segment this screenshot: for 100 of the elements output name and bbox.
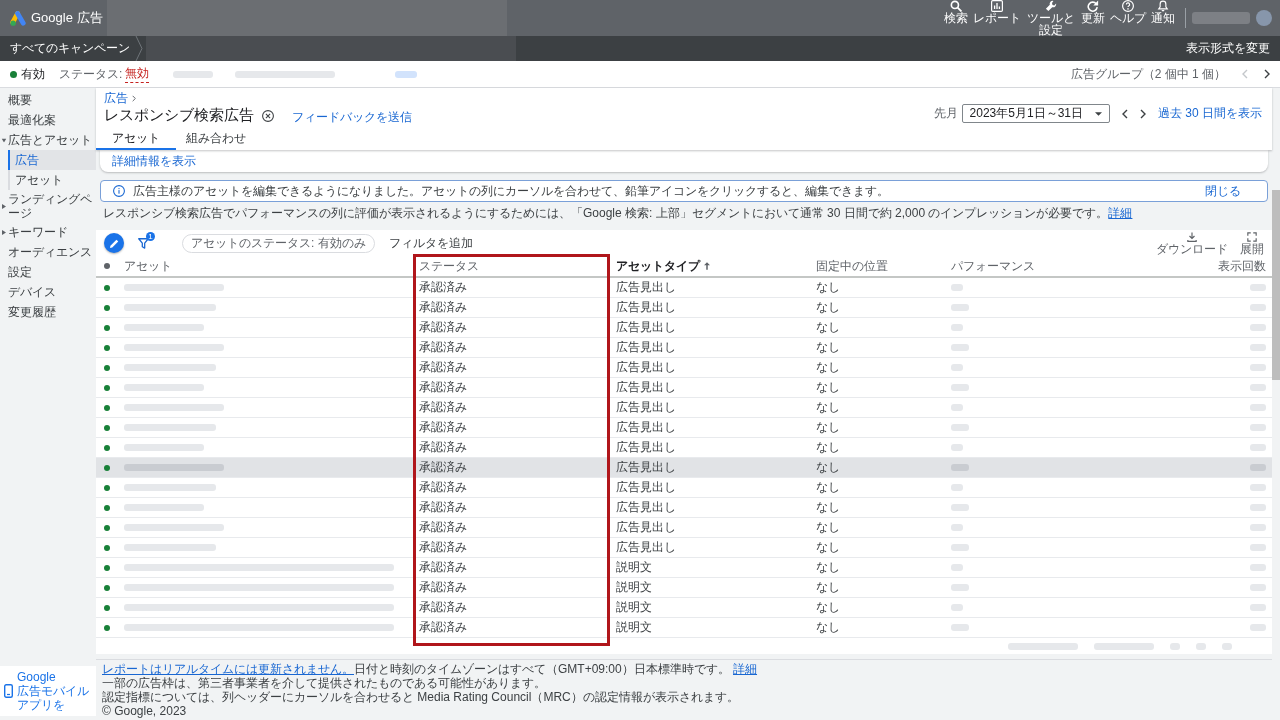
close-link[interactable]: 閉じる bbox=[1205, 182, 1241, 200]
status-dot-icon bbox=[104, 604, 110, 611]
status-cell-text: 承認済み bbox=[418, 519, 468, 536]
asset-type-cell-text: 広告見出し bbox=[615, 439, 677, 456]
sidebar-item[interactable]: 設定 bbox=[0, 262, 96, 282]
asset-type-cell-text: 説明文 bbox=[615, 619, 653, 636]
redacted-block bbox=[951, 544, 969, 551]
date-preset-label: 先月 bbox=[933, 105, 958, 122]
sidebar-item[interactable]: 概要 bbox=[0, 90, 96, 110]
redacted-block bbox=[951, 424, 969, 431]
pinned-position-cell-text: なし bbox=[815, 279, 841, 296]
column-header[interactable]: ステータス bbox=[413, 256, 610, 276]
pinned-position-cell-text: なし bbox=[815, 299, 841, 316]
sidebar-item[interactable]: 変更履歴 bbox=[0, 302, 96, 322]
column-header[interactable]: アセットタイプ bbox=[610, 256, 810, 276]
show-details-link[interactable]: 詳細情報を表示 bbox=[112, 152, 196, 170]
asset-type-cell-text: 説明文 bbox=[615, 559, 653, 576]
status-dot-icon bbox=[104, 344, 110, 351]
status-dot-icon bbox=[104, 364, 110, 371]
pinned-position-cell-text: なし bbox=[815, 399, 841, 416]
tools-settings-button[interactable]: ツールと設定 bbox=[1026, 0, 1076, 36]
ads-breadcrumb-link[interactable]: 広告 bbox=[104, 91, 128, 105]
date-range-dropdown[interactable]: 2023年5月1日～31日 bbox=[961, 104, 1110, 123]
status-cell-text: 承認済み bbox=[418, 439, 468, 456]
ad-group-counter: 広告グループ（2 個中 1 個） bbox=[1070, 65, 1226, 83]
add-filter-button[interactable]: フィルタを追加 bbox=[388, 234, 473, 252]
realtime-notice-link[interactable]: レポートはリアルタイムには更新されません。 bbox=[102, 662, 354, 676]
status-cell-text: 承認済み bbox=[418, 619, 468, 636]
status-dot-icon bbox=[104, 304, 110, 311]
bell-icon bbox=[1157, 0, 1169, 12]
status-dot-icon bbox=[104, 444, 110, 451]
redacted-block bbox=[951, 524, 963, 531]
mobile-app-promo[interactable]: Google 広告モバイルアプリを bbox=[0, 666, 96, 716]
chevron-right-icon[interactable] bbox=[1140, 108, 1146, 119]
status-cell-text: 承認済み bbox=[418, 339, 468, 356]
sidebar-item[interactable]: オーディエンス bbox=[0, 242, 96, 262]
sidebar-group-item[interactable]: キーワード bbox=[0, 222, 96, 242]
redacted-block bbox=[1250, 624, 1266, 631]
timezone-details-link[interactable]: 詳細 bbox=[733, 662, 758, 676]
redacted-block bbox=[1250, 584, 1266, 591]
change-view-button[interactable]: 表示形式を変更 bbox=[1186, 40, 1270, 57]
expand-button[interactable]: 展開 bbox=[1240, 231, 1264, 255]
status-dot-icon bbox=[104, 504, 110, 511]
download-icon bbox=[1187, 231, 1197, 242]
sidebar-item[interactable]: デバイス bbox=[0, 282, 96, 302]
filter-button[interactable]: 1 bbox=[134, 234, 152, 252]
help-icon bbox=[1122, 0, 1134, 12]
status-cell-text: 承認済み bbox=[418, 599, 468, 616]
status-cell-text: 承認済み bbox=[418, 319, 468, 336]
redacted-block bbox=[1250, 344, 1266, 351]
redacted-block bbox=[1222, 642, 1232, 650]
chevron-left-icon[interactable] bbox=[1122, 108, 1128, 119]
status-dot-icon bbox=[104, 404, 110, 411]
feedback-link[interactable]: フィードバックを送信 bbox=[292, 109, 412, 126]
redacted-block bbox=[951, 444, 963, 451]
pinned-position-cell-text: なし bbox=[815, 459, 841, 476]
pinned-position-cell-text: なし bbox=[815, 559, 841, 576]
pinned-position-cell-text: なし bbox=[815, 379, 841, 396]
status-value[interactable]: 無効 bbox=[125, 65, 150, 83]
mrc-note: 認定指標については、列ヘッダーにカーソルを合わせると Media Rating Council（MRC）の認定情報が表示されます。 bbox=[102, 690, 740, 704]
edit-button[interactable] bbox=[104, 233, 124, 253]
status-dot-icon bbox=[104, 263, 110, 269]
status-cell-text: 承認済み bbox=[418, 459, 468, 476]
learn-more-link[interactable]: 詳細 bbox=[1108, 206, 1133, 220]
search-button[interactable]: 検索 bbox=[944, 0, 968, 36]
redacted-block bbox=[951, 604, 963, 611]
status-dot-icon bbox=[104, 544, 110, 551]
redacted-block bbox=[951, 564, 963, 571]
notifications-button[interactable]: 通知 bbox=[1151, 0, 1175, 36]
scrollbar-thumb[interactable] bbox=[1272, 190, 1280, 380]
sidebar-item[interactable]: 最適化案 bbox=[0, 110, 96, 130]
redacted-block bbox=[1250, 464, 1266, 471]
pinned-position-cell-text: なし bbox=[815, 319, 841, 336]
redacted-block bbox=[1250, 484, 1266, 491]
ads-logo-icon bbox=[10, 10, 26, 26]
download-button[interactable]: ダウンロード bbox=[1156, 231, 1228, 255]
pinned-position-cell-text: なし bbox=[815, 499, 841, 516]
chevron-right-icon[interactable] bbox=[1264, 69, 1270, 79]
bar-chart-icon bbox=[991, 0, 1003, 12]
close-circle-icon[interactable] bbox=[262, 109, 274, 122]
status-dot-icon bbox=[104, 284, 110, 291]
column-header[interactable]: 固定中の位置 bbox=[810, 256, 945, 276]
last-30-days-link[interactable]: 過去 30 日間を表示 bbox=[1158, 105, 1262, 122]
help-button[interactable]: ヘルプ bbox=[1110, 0, 1146, 36]
column-header[interactable]: パフォーマンス bbox=[945, 256, 1143, 276]
refresh-button[interactable]: 更新 bbox=[1081, 0, 1105, 36]
column-header[interactable]: アセット bbox=[118, 256, 413, 276]
sidebar-group-item[interactable]: ランディングページ bbox=[0, 190, 96, 222]
asset-type-cell-text: 広告見出し bbox=[615, 279, 677, 296]
sidebar-group-item[interactable]: 広告とアセット bbox=[0, 130, 96, 150]
status-dot-icon bbox=[104, 524, 110, 531]
asset-type-cell-text: 広告見出し bbox=[615, 459, 677, 476]
all-campaigns-link[interactable]: すべてのキャンペーン bbox=[0, 40, 130, 57]
info-banner-text: 広告主様のアセットを編集できるようになりました。アセットの列にカーソルを合わせて、鉛筆アイコンをクリックすると、編集できます。 bbox=[133, 182, 889, 200]
column-header[interactable]: 表示回数 bbox=[1143, 256, 1272, 276]
promo-title: Google bbox=[17, 670, 57, 684]
footer-note: レポートはリアルタイムには更新されません。日付と時刻のタイムゾーンはすべて（GMT+09:00）日本標準時です。 詳細 bbox=[102, 662, 759, 676]
tab[interactable]: 組み合わせ bbox=[176, 126, 256, 150]
sidebar-item[interactable]: 広告 bbox=[8, 150, 96, 170]
reports-button[interactable]: レポート bbox=[973, 0, 1021, 36]
